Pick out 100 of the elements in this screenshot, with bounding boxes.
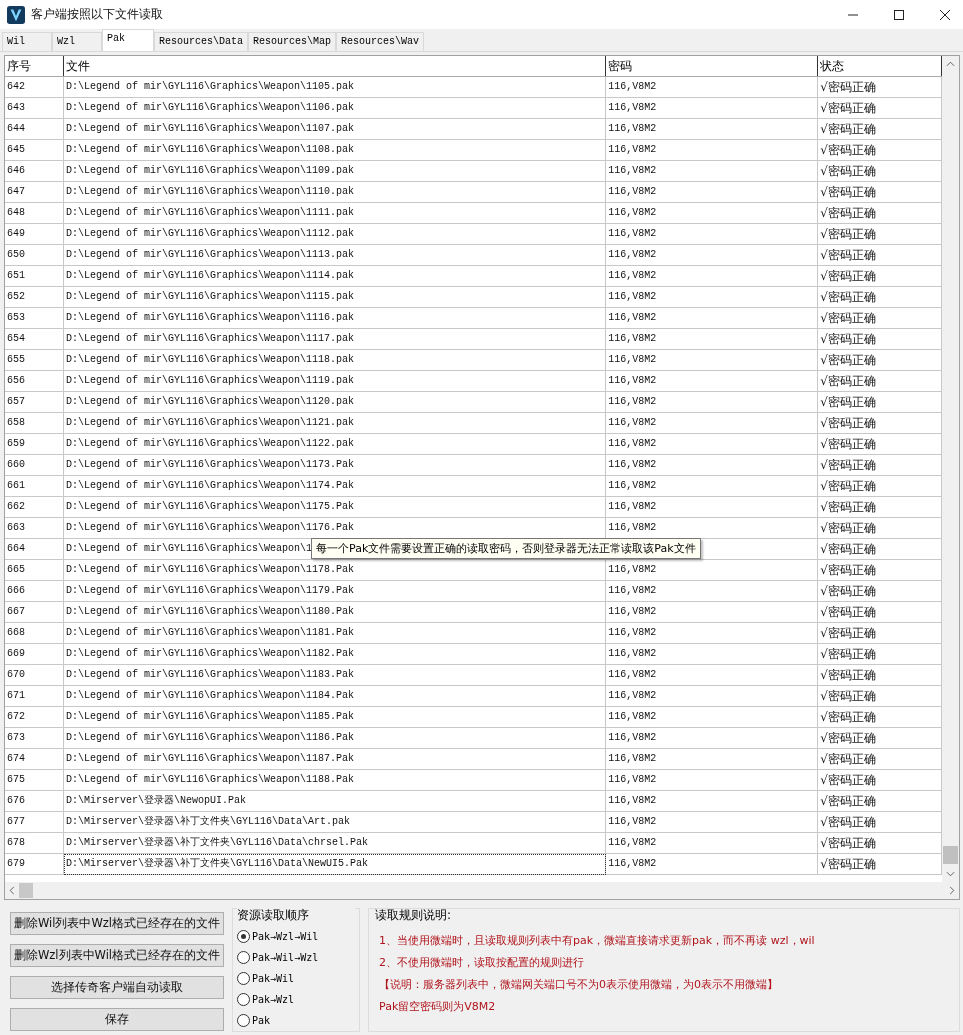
table-cell: D:\Legend of mir\GYL116\Graphics\Weapon\1178.Pak — [63, 560, 607, 581]
tab[interactable]: Pak — [102, 29, 154, 51]
action-button[interactable]: 选择传奇客户端自动读取 — [10, 976, 224, 999]
table-cell: 116,V8M2 — [606, 833, 819, 854]
table-cell: D:\Legend of mir\GYL116\Graphics\Weapon\1111.pak — [63, 203, 607, 224]
tab[interactable]: Wzl — [52, 32, 102, 51]
table-cell: D:\Legend of mir\GYL116\Graphics\Weapon\1174.Pak — [63, 476, 607, 497]
radio-label[interactable]: Pak→Wil→Wzl — [252, 952, 319, 963]
table-cell: 116,V8M2 — [606, 497, 819, 518]
table-cell: 116,V8M2 — [606, 413, 819, 434]
table-cell: D:\Legend of mir\GYL116\Graphics\Weapon\1120.pak — [63, 392, 607, 413]
table-cell: 116,V8M2 — [606, 623, 819, 644]
rules-title: 读取规则说明: — [375, 907, 453, 924]
maximize-icon[interactable] — [893, 8, 905, 21]
table-cell: D:\Legend of mir\GYL116\Graphics\Weapon\1184.Pak — [63, 686, 607, 707]
scroll-up-icon[interactable] — [946, 61, 955, 67]
table-cell: 651 — [5, 266, 64, 287]
radio-button[interactable] — [237, 951, 250, 964]
table-cell: D:\Legend of mir\GYL116\Graphics\Weapon\1110.pak — [63, 182, 607, 203]
table-cell: 116,V8M2 — [606, 140, 819, 161]
tab[interactable]: Resources\Wav — [336, 32, 425, 51]
table-cell: 116,V8M2 — [606, 119, 819, 140]
table-cell: D:\Legend of mir\GYL116\Graphics\Weapon\1118.pak — [63, 350, 607, 371]
app-logo-icon — [7, 5, 25, 24]
radio-button[interactable] — [237, 993, 250, 1006]
table-cell: D:\Mirserver\登录器\补丁文件夹\GYL116\Data\Art.pak — [63, 812, 607, 833]
tab[interactable]: Resources\Map — [248, 32, 337, 51]
table-cell: 642 — [5, 77, 64, 98]
table-cell: D:\Legend of mir\GYL116\Graphics\Weapon\1173.Pak — [63, 455, 607, 476]
table-cell: D:\Legend of mir\GYL116\Graphics\Weapon\1186.Pak — [63, 728, 607, 749]
action-button[interactable]: 删除Wzl列表中Wil格式已经存在的文件 — [10, 944, 224, 967]
table-cell: 645 — [5, 140, 64, 161]
table-cell: 116,V8M2 — [606, 308, 819, 329]
scroll-right-icon[interactable] — [949, 886, 955, 895]
table-cell: 679 — [5, 854, 64, 875]
action-button[interactable]: 删除Wil列表中Wzl格式已经存在的文件 — [10, 912, 224, 935]
table-cell: 116,V8M2 — [606, 371, 819, 392]
table-cell: D:\Legend of mir\GYL116\Graphics\Weapon\1108.pak — [63, 140, 607, 161]
table-cell: D:\Legend of mir\GYL116\Graphics\Weapon\1119.pak — [63, 371, 607, 392]
scroll-thumb[interactable] — [943, 846, 958, 864]
radio-label[interactable]: Pak — [252, 1015, 271, 1026]
table-cell: D:\Legend of mir\GYL116\Graphics\Weapon\1121.pak — [63, 413, 607, 434]
table-cell: D:\Legend of mir\GYL116\Graphics\Weapon\1182.Pak — [63, 644, 607, 665]
table-cell: 116,V8M2 — [606, 854, 819, 875]
table-cell: 670 — [5, 665, 64, 686]
column-header[interactable]: 序号 — [5, 56, 64, 76]
scroll-down-icon[interactable] — [946, 871, 955, 877]
table-cell: 673 — [5, 728, 64, 749]
tab[interactable]: Resources\Data — [154, 32, 248, 51]
table-cell: D:\Mirserver\登录器\补丁文件夹\GYL116\Data\chrsel.Pak — [63, 833, 607, 854]
table-cell: 116,V8M2 — [606, 266, 819, 287]
radio-label[interactable]: Pak→Wil — [252, 973, 295, 984]
horizontal-scrollbar[interactable] — [5, 882, 959, 899]
table-cell: D:\Legend of mir\GYL116\Graphics\Weapon\1106.pak — [63, 98, 607, 119]
table-cell: 655 — [5, 350, 64, 371]
rule-text: Pak留空密码则为V8M2 — [379, 999, 497, 1015]
window-title: 客户端按照以下文件读取 — [31, 6, 164, 23]
table-cell: 116,V8M2 — [606, 98, 819, 119]
table-cell: 116,V8M2 — [606, 602, 819, 623]
table-cell: 676 — [5, 791, 64, 812]
table-cell: 664 — [5, 539, 64, 560]
table-cell: D:\Mirserver\登录器\NewopUI.Pak — [63, 791, 607, 812]
table-cell: D:\Legend of mir\GYL116\Graphics\Weapon\1188.Pak — [63, 770, 607, 791]
rule-text: 【说明：服务器列表中，微端网关端口号不为0表示使用微端，为0表示不用微端】 — [379, 977, 779, 993]
table-cell: D:\Legend of mir\GYL116\Graphics\Weapon\1107.pak — [63, 119, 607, 140]
tab[interactable]: Wil — [2, 32, 52, 51]
table-cell: D:\Legend of mir\GYL116\Graphics\Weapon\1183.Pak — [63, 665, 607, 686]
column-header[interactable]: 密码 — [606, 56, 819, 76]
table-cell: 116,V8M2 — [606, 812, 819, 833]
table-cell: D:\Legend of mir\GYL116\Graphics\Weapon\1179.Pak — [63, 581, 607, 602]
scroll-thumb[interactable] — [19, 883, 33, 898]
action-button[interactable]: 保存 — [10, 1008, 224, 1031]
table-cell: 116,V8M2 — [606, 329, 819, 350]
table-cell: 669 — [5, 644, 64, 665]
table-cell: 677 — [5, 812, 64, 833]
vertical-scrollbar[interactable] — [942, 56, 959, 882]
table-cell: D:\Legend of mir\GYL116\Graphics\Weapon\1105.pak — [63, 77, 607, 98]
table-cell: 116,V8M2 — [606, 203, 819, 224]
table-cell: D:\Legend of mir\GYL116\Graphics\Weapon\1122.pak — [63, 434, 607, 455]
table-cell: D:\Legend of mir\GYL116\Graphics\Weapon\1114.pak — [63, 266, 607, 287]
column-header[interactable]: 文件 — [63, 56, 607, 76]
table-cell: 658 — [5, 413, 64, 434]
table-cell: D:\Legend of mir\GYL116\Graphics\Weapon\1180.Pak — [63, 602, 607, 623]
radio-label[interactable]: Pak→Wzl — [252, 994, 295, 1005]
scroll-left-icon[interactable] — [9, 886, 15, 895]
table-cell: 116,V8M2 — [606, 644, 819, 665]
table-cell: 116,V8M2 — [606, 707, 819, 728]
table-cell: 116,V8M2 — [606, 434, 819, 455]
radio-button[interactable] — [237, 1014, 250, 1027]
table-cell: 116,V8M2 — [606, 476, 819, 497]
table-cell: D:\Legend of mir\GYL116\Graphics\Weapon\1175.Pak — [63, 497, 607, 518]
table-cell: 665 — [5, 560, 64, 581]
radio-button[interactable] — [237, 972, 250, 985]
radio-button[interactable] — [237, 930, 250, 943]
close-icon[interactable] — [939, 8, 951, 21]
table-cell: 656 — [5, 371, 64, 392]
radio-label[interactable]: Pak→Wzl→Wil — [252, 931, 319, 942]
table-cell: 116,V8M2 — [606, 161, 819, 182]
table-cell: 652 — [5, 287, 64, 308]
table-cell: 663 — [5, 518, 64, 539]
